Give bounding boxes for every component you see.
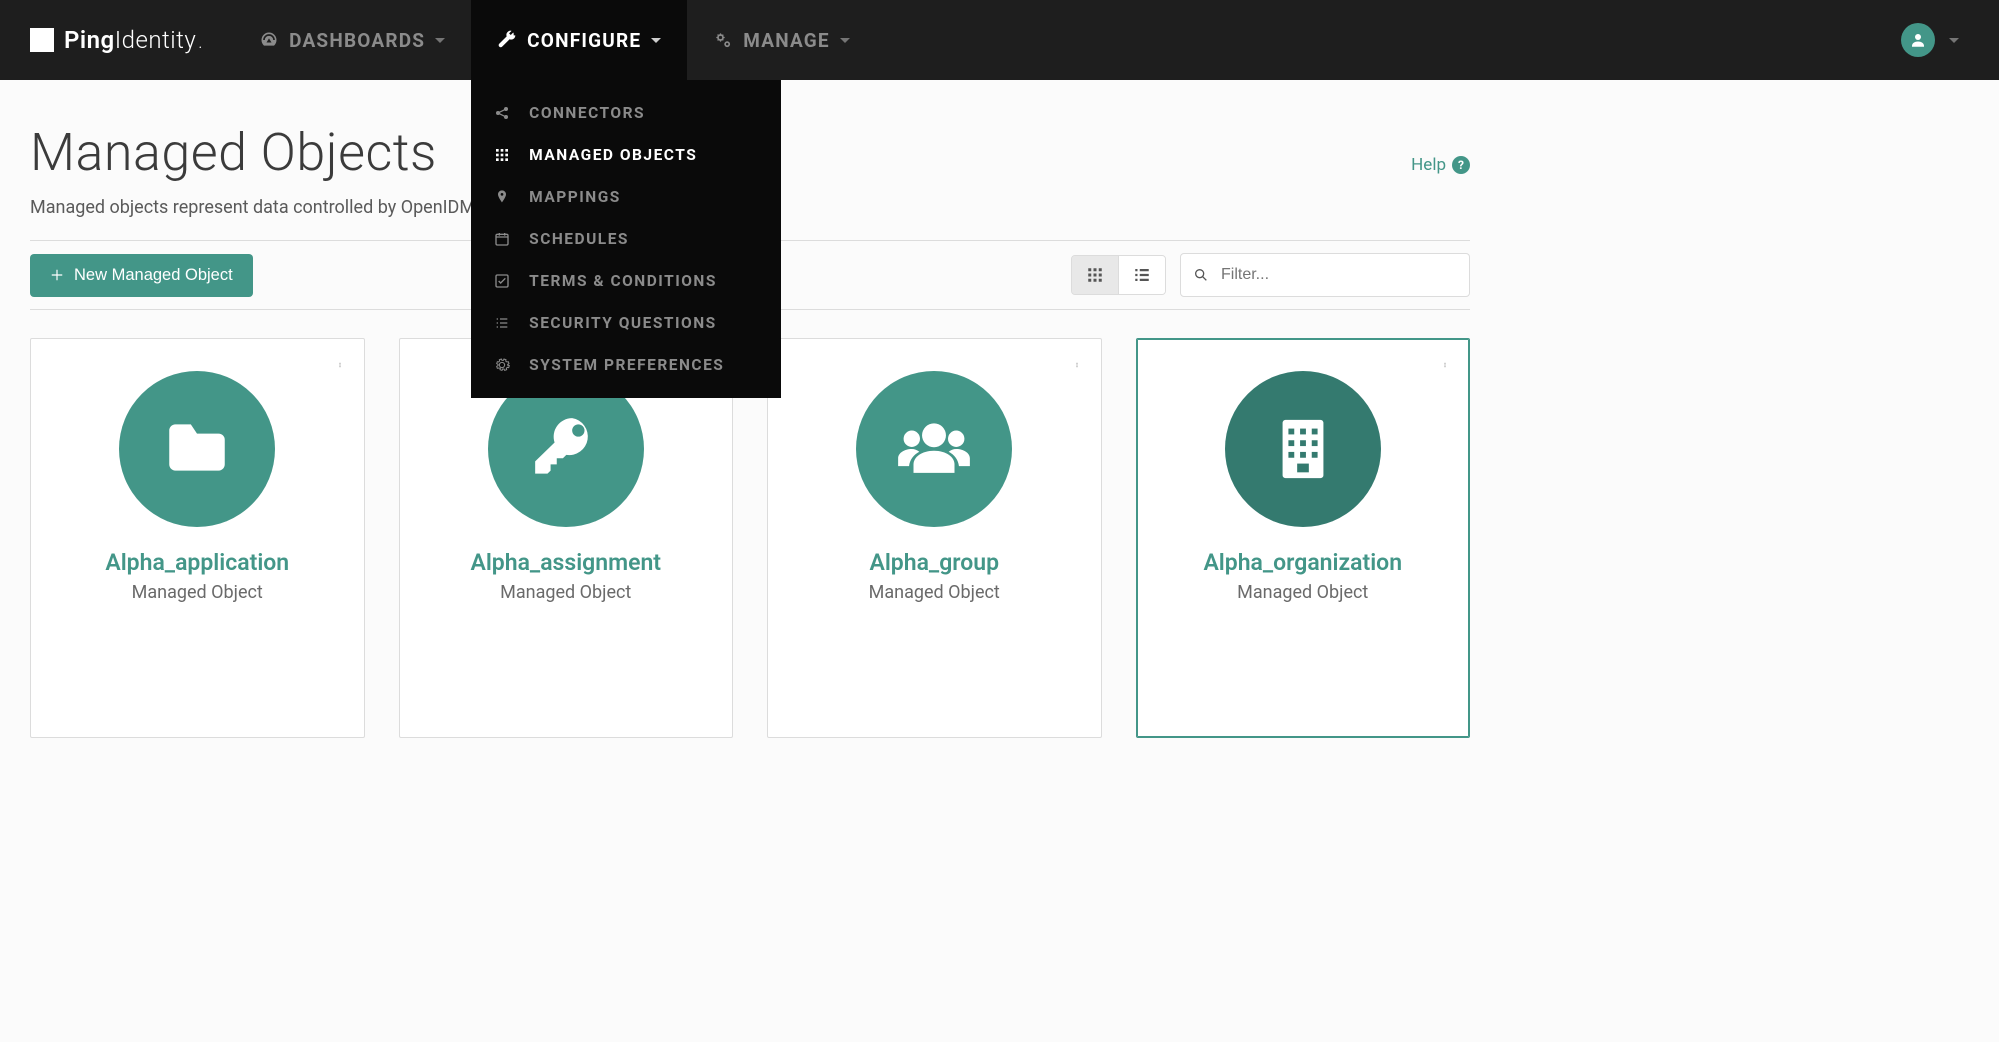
help-label: Help — [1411, 155, 1446, 175]
configure-dropdown: CONNECTORS MANAGED OBJECTS MAPPINGS SCHE… — [471, 80, 781, 398]
card-subtitle: Managed Object — [1237, 582, 1368, 603]
list-icon — [493, 315, 511, 331]
folder-icon — [119, 371, 275, 527]
dropdown-label: SECURITY QUESTIONS — [529, 314, 717, 332]
new-managed-object-button[interactable]: New Managed Object — [30, 254, 253, 297]
chevron-down-icon — [435, 38, 445, 43]
user-menu[interactable] — [1891, 0, 1969, 80]
nav-dashboards-label: DASHBOARDS — [289, 29, 425, 52]
card-menu-button[interactable] — [330, 353, 350, 377]
nav-manage-label: MANAGE — [743, 29, 830, 52]
card-alpha-organization[interactable]: Alpha_organization Managed Object — [1136, 338, 1471, 738]
dropdown-label: CONNECTORS — [529, 104, 645, 122]
dropdown-label: SYSTEM PREFERENCES — [529, 356, 724, 374]
new-button-label: New Managed Object — [74, 266, 233, 285]
card-subtitle: Managed Object — [500, 582, 631, 603]
view-toggle — [1071, 255, 1166, 295]
kebab-icon — [1074, 355, 1080, 375]
pin-icon — [493, 189, 511, 205]
kebab-icon — [1442, 355, 1448, 375]
card-alpha-group[interactable]: Alpha_group Managed Object — [767, 338, 1102, 738]
help-icon: ? — [1452, 156, 1470, 174]
dropdown-label: MAPPINGS — [529, 188, 621, 206]
connectors-icon — [493, 105, 511, 121]
brand-light: Identity — [115, 26, 197, 54]
brand-bold: Ping — [64, 26, 115, 54]
card-menu-button[interactable] — [1067, 353, 1087, 377]
card-alpha-application[interactable]: Alpha_application Managed Object — [30, 338, 365, 738]
help-link[interactable]: Help ? — [1411, 155, 1470, 175]
gears-icon — [713, 31, 733, 49]
wrench-icon — [497, 31, 517, 49]
dropdown-item-managed-objects[interactable]: MANAGED OBJECTS — [471, 134, 781, 176]
card-subtitle: Managed Object — [869, 582, 1000, 603]
dropdown-item-security-questions[interactable]: SECURITY QUESTIONS — [471, 302, 781, 344]
card-menu-button[interactable] — [1435, 353, 1455, 377]
card-title: Alpha_assignment — [470, 549, 661, 576]
brand-logo[interactable]: PingIdentity. — [30, 0, 233, 80]
checkbox-icon — [493, 273, 511, 289]
card-title: Alpha_group — [869, 549, 999, 576]
page-title: Managed Objects — [30, 122, 437, 183]
dropdown-label: MANAGED OBJECTS — [529, 146, 697, 164]
brand-square-icon — [30, 28, 54, 52]
chevron-down-icon — [651, 38, 661, 43]
dropdown-label: SCHEDULES — [529, 230, 629, 248]
card-subtitle: Managed Object — [132, 582, 263, 603]
nav-configure[interactable]: CONFIGURE CONNECTORS MANAGED OBJECTS MAP… — [471, 0, 687, 80]
dropdown-item-system-preferences[interactable]: SYSTEM PREFERENCES — [471, 344, 781, 386]
list-icon — [1133, 266, 1151, 284]
grid-icon — [493, 147, 511, 163]
dropdown-item-schedules[interactable]: SCHEDULES — [471, 218, 781, 260]
users-icon — [856, 371, 1012, 527]
card-title: Alpha_application — [105, 549, 289, 576]
card-alpha-assignment[interactable]: Alpha_assignment Managed Object — [399, 338, 734, 738]
plus-icon — [50, 268, 64, 282]
card-title: Alpha_organization — [1203, 549, 1402, 576]
primary-nav: DASHBOARDS CONFIGURE CONNECTORS MANAGED … — [233, 0, 876, 80]
nav-dashboards[interactable]: DASHBOARDS — [233, 0, 471, 80]
chevron-down-icon — [840, 38, 850, 43]
nav-configure-label: CONFIGURE — [527, 29, 641, 52]
filter-input[interactable] — [1219, 265, 1457, 285]
grid-icon — [1086, 266, 1104, 284]
dropdown-item-terms[interactable]: TERMS & CONDITIONS — [471, 260, 781, 302]
nav-manage[interactable]: MANAGE — [687, 0, 876, 80]
cog-icon — [493, 357, 511, 373]
kebab-icon — [337, 355, 343, 375]
list-view-button[interactable] — [1119, 256, 1165, 294]
top-navbar: PingIdentity. DASHBOARDS CONFIGURE CONNE… — [0, 0, 1999, 80]
filter-search[interactable] — [1180, 253, 1470, 297]
chevron-down-icon — [1949, 38, 1959, 43]
dropdown-item-connectors[interactable]: CONNECTORS — [471, 92, 781, 134]
dashboard-icon — [259, 31, 279, 49]
search-icon — [1193, 267, 1209, 283]
calendar-icon — [493, 231, 511, 247]
avatar — [1901, 23, 1935, 57]
grid-view-button[interactable] — [1072, 256, 1119, 294]
cards-grid: Alpha_application Managed Object Alpha_a… — [30, 338, 1470, 738]
dropdown-label: TERMS & CONDITIONS — [529, 272, 717, 290]
dropdown-item-mappings[interactable]: MAPPINGS — [471, 176, 781, 218]
brand-trademark: . — [198, 32, 203, 53]
building-icon — [1225, 371, 1381, 527]
